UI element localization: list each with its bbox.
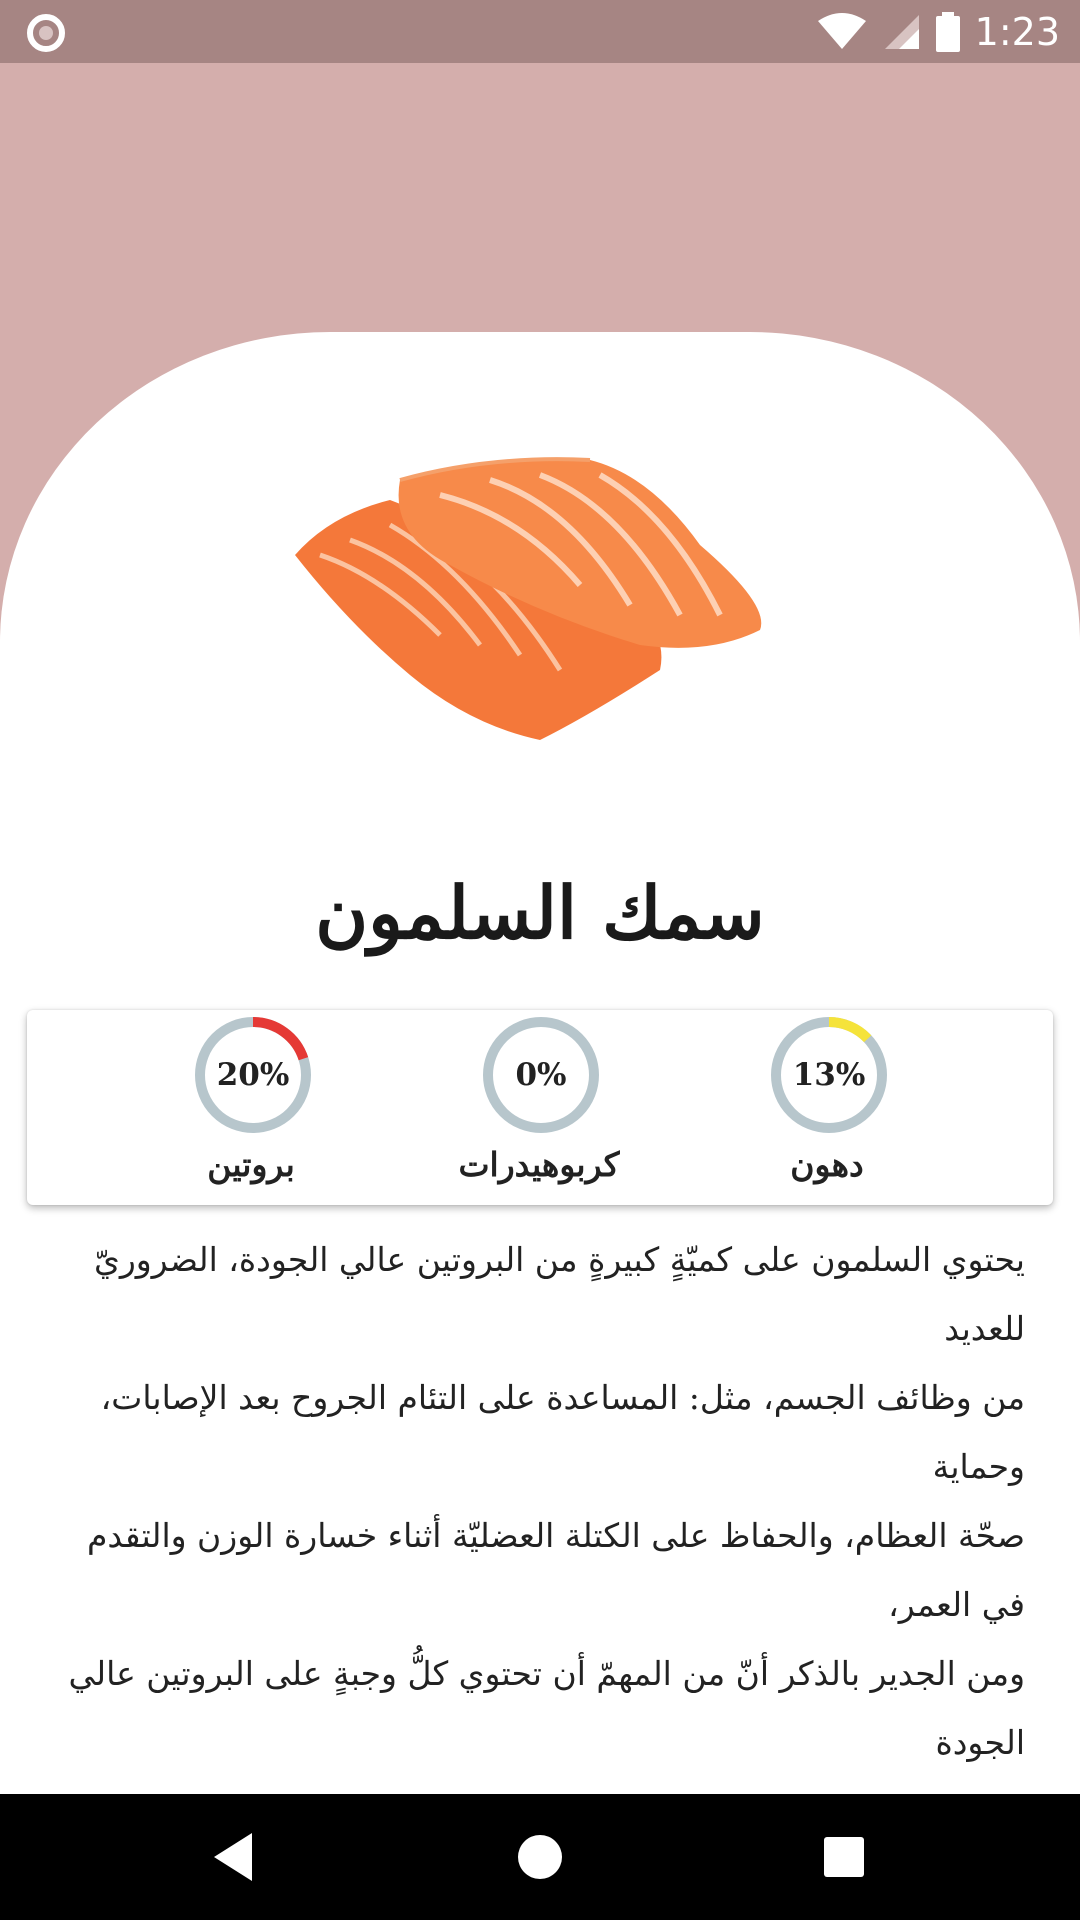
status-time: 1:23: [974, 9, 1060, 54]
nutrition-item-carbs: 0% كربوهيدرات: [439, 1010, 639, 1205]
description-line: ومن الجدير بالذكر أنّ من المهمّ أن تحتوي…: [68, 1654, 1025, 1762]
fat-percent: 13%: [792, 1057, 866, 1093]
header-band: [0, 63, 1080, 343]
recents-icon[interactable]: [816, 1829, 872, 1885]
protein-percent: 20%: [216, 1057, 290, 1093]
carbs-percent: 0%: [515, 1057, 567, 1093]
navigation-bar: [0, 1794, 1080, 1920]
carbs-label: كربوهيدرات: [458, 1145, 620, 1184]
fat-label: دهون: [790, 1145, 864, 1184]
signal-icon: [884, 14, 919, 49]
app-notification-icon: [27, 14, 65, 52]
salmon-fillet-image: [295, 457, 762, 740]
back-icon[interactable]: [206, 1829, 262, 1885]
nutrition-item-protein: 20% بروتين: [151, 1010, 351, 1205]
status-bar: 1:23: [0, 0, 1080, 63]
food-title: سمك السلمون: [315, 870, 765, 955]
nutrition-card: 13% دهون 0% كربوهيدرات 20% بروتين: [27, 1010, 1053, 1205]
battery-icon: [935, 11, 960, 52]
status-icons: 1:23: [817, 0, 1060, 63]
wifi-icon: [817, 12, 866, 49]
food-description: يحتوي السلمون على كميّةٍ كبيرةٍ من البرو…: [55, 1225, 1025, 1846]
protein-label: بروتين: [207, 1145, 295, 1184]
description-line: صحّة العظام، والحفاظ على الكتلة العضليّة…: [87, 1516, 1025, 1624]
description-line: يحتوي السلمون على كميّةٍ كبيرةٍ من البرو…: [93, 1240, 1025, 1348]
nutrition-item-fat: 13% دهون: [727, 1010, 927, 1205]
description-line: من وظائف الجسم، مثل: المساعدة على التئام…: [100, 1378, 1025, 1486]
home-icon[interactable]: [512, 1829, 568, 1885]
